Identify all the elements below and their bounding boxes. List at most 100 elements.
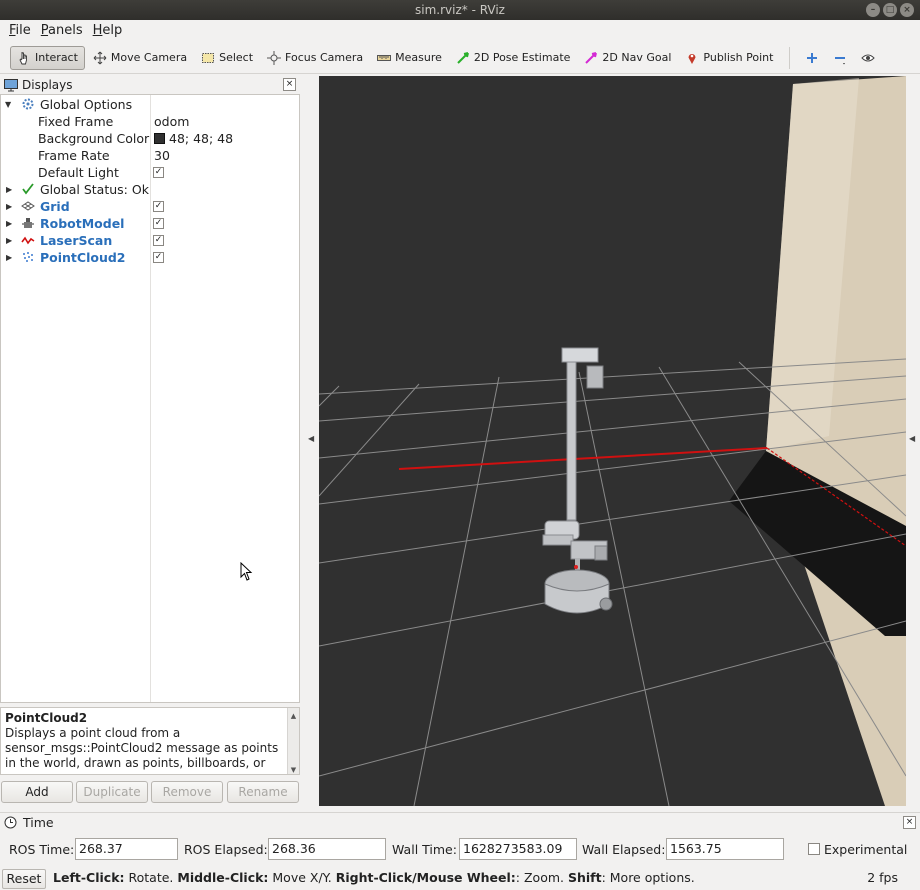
experimental-label: Experimental (824, 842, 908, 857)
nav-goal-tool[interactable]: 2D Nav Goal (578, 46, 677, 70)
global-status-label: Global Status: Ok (40, 182, 149, 197)
displays-title: Displays (22, 78, 73, 92)
toolbar-separator (789, 46, 791, 69)
global-options-label: Global Options (40, 97, 133, 112)
ros-time-field[interactable]: 268.37 (75, 838, 178, 860)
frame-rate-value[interactable]: 30 (154, 147, 170, 164)
default-light-checkbox[interactable]: ✓ (153, 167, 164, 178)
render-3d-viewport[interactable] (319, 76, 906, 806)
grid-checkbox[interactable]: ✓ (153, 201, 164, 212)
laserscan-display-label: LaserScan (40, 233, 113, 248)
window-title: sim.rviz* - RViz (415, 3, 505, 17)
tree-row-robotmodel[interactable]: ▶ RobotModel ✓ (1, 215, 299, 232)
frame-rate-label: Frame Rate (38, 148, 110, 163)
robot-wheel (599, 597, 613, 611)
duplicate-display-button[interactable]: Duplicate (76, 781, 148, 803)
rviz-window: sim.rviz* - RViz – □ × File Panels Help … (0, 0, 920, 890)
experimental-checkbox[interactable] (808, 843, 820, 855)
tree-row-global-status[interactable]: ▶ Global Status: Ok (1, 181, 299, 198)
laserscan-checkbox[interactable]: ✓ (153, 235, 164, 246)
eye-icon[interactable] (861, 51, 876, 65)
collapse-arrow-icon[interactable]: ▶ (6, 215, 16, 232)
default-light-label: Default Light (38, 165, 119, 180)
title-bar: sim.rviz* - RViz – □ × (0, 0, 920, 20)
displays-close-button[interactable]: × (283, 78, 296, 91)
interact-tool[interactable]: Interact (10, 45, 85, 70)
color-swatch[interactable] (154, 133, 165, 144)
scroll-up-icon[interactable]: ▲ (288, 709, 299, 720)
time-panel-header: Time × (0, 812, 920, 832)
wall-time-field[interactable]: 1628273583.09 (459, 838, 577, 860)
move-camera-tool[interactable]: Move Camera (87, 46, 193, 70)
measure-tool[interactable]: Measure (371, 46, 448, 70)
hand-pointer-icon (19, 51, 27, 64)
close-window-button[interactable]: × (900, 3, 914, 17)
minus-icon[interactable] (833, 51, 847, 65)
tree-row-laserscan[interactable]: ▶ LaserScan ✓ (1, 232, 299, 249)
ros-elapsed-field[interactable]: 268.36 (268, 838, 386, 860)
remove-display-button[interactable]: Remove (151, 781, 223, 803)
scroll-down-icon[interactable]: ▼ (288, 763, 299, 774)
focus-camera-tool[interactable]: Focus Camera (261, 46, 369, 70)
background-color-value[interactable]: 48; 48; 48 (154, 130, 233, 147)
publish-point-tool[interactable]: Publish Point (679, 46, 779, 70)
robot-camera (586, 365, 604, 389)
map-pin-icon (688, 53, 696, 64)
minimize-button[interactable]: – (866, 3, 880, 17)
reset-button[interactable]: Reset (2, 869, 46, 889)
menu-panels[interactable]: Panels (36, 20, 88, 42)
robotmodel-checkbox[interactable]: ✓ (153, 218, 164, 229)
tree-row-grid[interactable]: ▶ Grid ✓ (1, 198, 299, 215)
fps-readout: 2 fps (867, 870, 898, 885)
status-help-text: Left-Click: Rotate. Middle-Click: Move X… (53, 870, 695, 885)
collapse-arrow-icon[interactable]: ▶ (6, 181, 16, 198)
menu-help[interactable]: Help (88, 20, 128, 42)
tree-row-global-options[interactable]: ▼ Global Options (1, 96, 299, 113)
tree-row-fixed-frame[interactable]: Fixed Frame odom (1, 113, 299, 130)
add-display-button[interactable]: Add (1, 781, 73, 803)
monitor-icon (4, 78, 18, 91)
magenta-arrow-icon (585, 51, 598, 64)
pose-estimate-tool[interactable]: 2D Pose Estimate (450, 46, 577, 70)
time-close-button[interactable]: × (903, 816, 916, 829)
grid-line (319, 383, 420, 497)
background-color-label: Background Color (38, 131, 150, 146)
select-tool[interactable]: Select (195, 46, 259, 70)
robot-head-bracket (561, 347, 599, 363)
tree-row-frame-rate[interactable]: Frame Rate 30 (1, 147, 299, 164)
checkmark-status-icon (22, 183, 34, 195)
wall-elapsed-field[interactable]: 1563.75 (666, 838, 784, 860)
right-panel-splitter[interactable]: ◀ (906, 76, 920, 808)
collapse-left-icon[interactable]: ◀ (308, 434, 314, 443)
tree-row-pointcloud2[interactable]: ▶ PointCloud2 ✓ (1, 249, 299, 266)
status-bar: Reset Left-Click: Rotate. Middle-Click: … (0, 866, 920, 890)
time-title: Time (23, 815, 54, 830)
ruler-icon (377, 54, 392, 61)
move-arrows-icon (93, 51, 107, 64)
scene-canvas[interactable] (319, 76, 906, 806)
grid-line (413, 376, 500, 806)
robot-mast (566, 351, 577, 521)
robot-status-light (574, 565, 578, 569)
wall-elapsed-label: Wall Elapsed: (582, 842, 666, 857)
rename-display-button[interactable]: Rename (227, 781, 299, 803)
plus-icon[interactable] (805, 51, 819, 65)
expand-arrow-icon[interactable]: ▼ (5, 96, 15, 113)
maximize-button[interactable]: □ (883, 3, 897, 17)
tree-row-default-light[interactable]: Default Light ✓ (1, 164, 299, 181)
description-title: PointCloud2 (5, 711, 88, 725)
tree-row-background-color[interactable]: Background Color 48; 48; 48 (1, 130, 299, 147)
description-scrollbar[interactable]: ▲ ▼ (287, 708, 299, 774)
collapse-arrow-icon[interactable]: ▶ (6, 198, 16, 215)
pointcloud2-checkbox[interactable]: ✓ (153, 252, 164, 263)
displays-tree: ▼ Global Options Fixed Frame odom Backgr… (0, 94, 300, 703)
collapse-right-icon[interactable]: ◀ (909, 434, 915, 443)
wall-time-label: Wall Time: (392, 842, 457, 857)
fixed-frame-value[interactable]: odom (154, 113, 189, 130)
collapse-arrow-icon[interactable]: ▶ (6, 232, 16, 249)
panel-splitter[interactable]: ◀ (304, 76, 319, 808)
focus-crosshair-icon (267, 50, 282, 65)
collapse-arrow-icon[interactable]: ▶ (6, 249, 16, 266)
menu-file[interactable]: File (4, 20, 36, 42)
robot-gripper (594, 545, 608, 561)
